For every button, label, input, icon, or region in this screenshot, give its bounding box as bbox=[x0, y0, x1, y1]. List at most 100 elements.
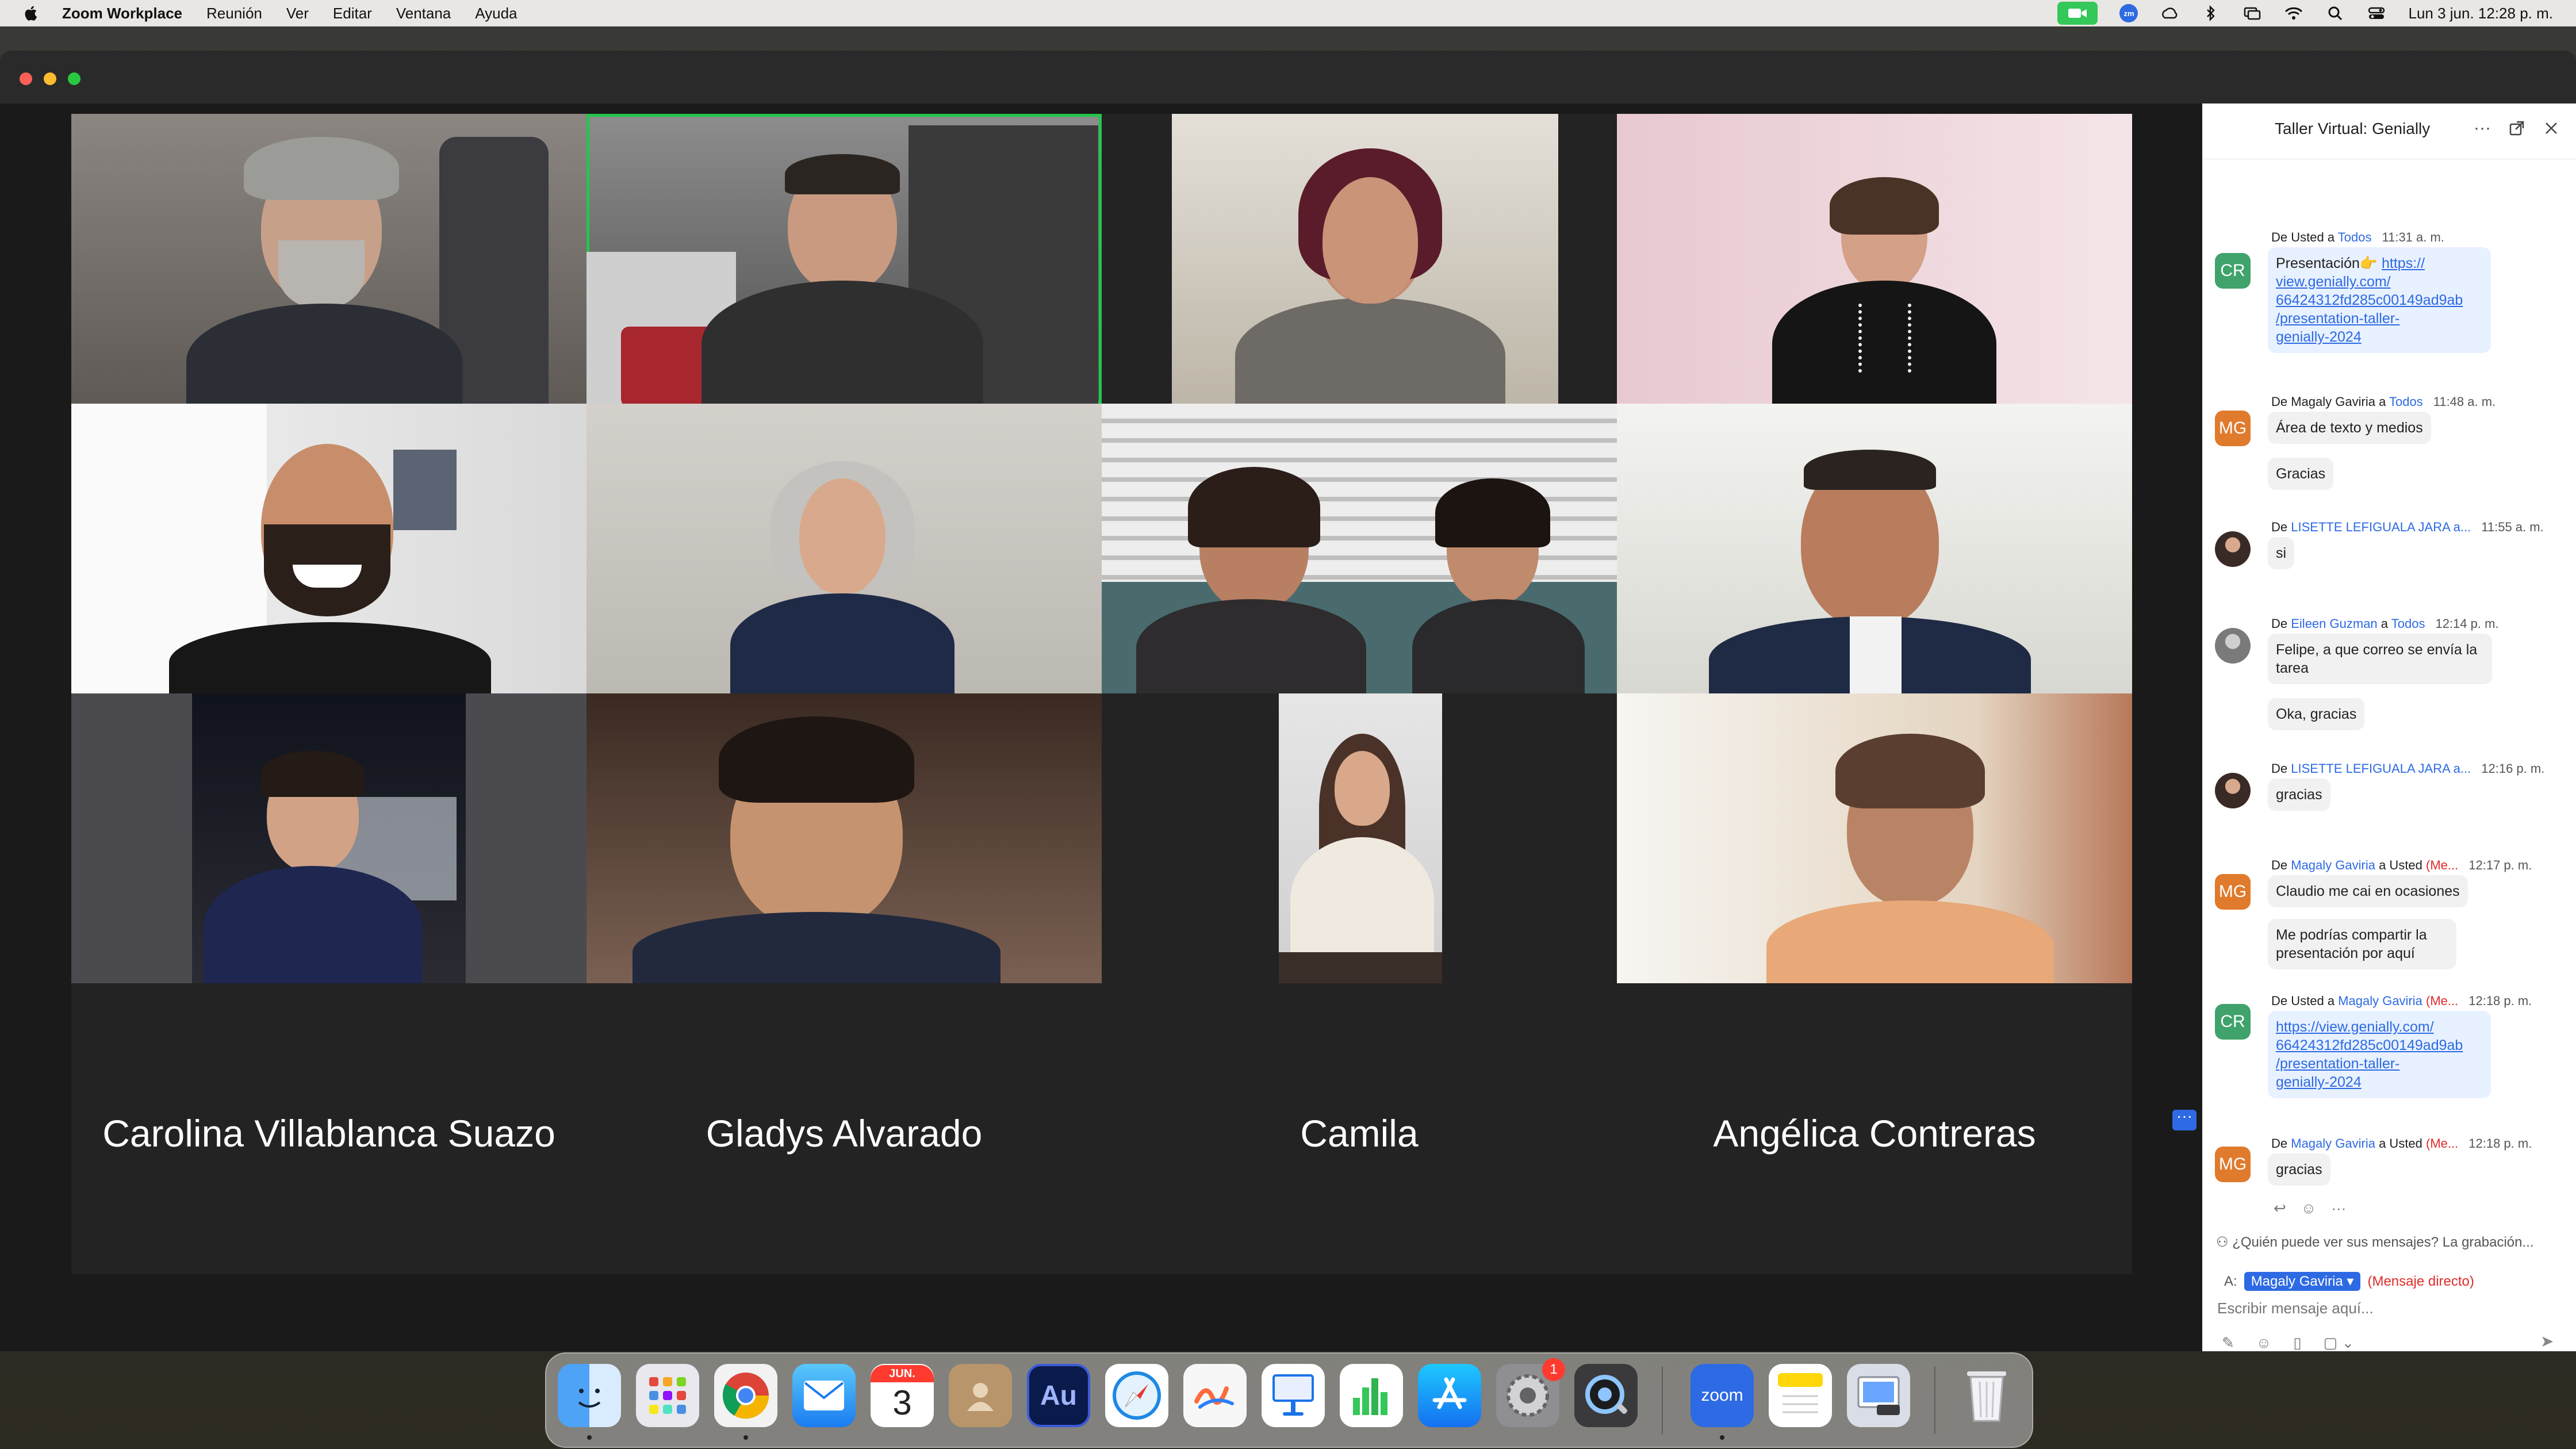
gallery-view: Carolina Villablanca Suazo Gladys Alvara… bbox=[71, 114, 2196, 1274]
safari-icon[interactable] bbox=[1105, 1364, 1168, 1427]
menu-ayuda[interactable]: Ayuda bbox=[475, 5, 517, 22]
running-indicator bbox=[743, 1435, 748, 1440]
zoom-menu-icon[interactable]: zm bbox=[2119, 4, 2138, 22]
format-text-icon[interactable]: ✎ bbox=[2222, 1334, 2234, 1351]
privacy-notice[interactable]: ⚇ ¿Quién puede ver sus mensajes? La grab… bbox=[2216, 1234, 2534, 1251]
tile-more-options-button[interactable]: ··· bbox=[2172, 1108, 2196, 1130]
participant-video-tile-active-speaker[interactable] bbox=[586, 114, 1102, 404]
trash-icon[interactable] bbox=[1955, 1364, 2018, 1427]
preview-icon[interactable] bbox=[1847, 1364, 1910, 1427]
participant-video-tile[interactable] bbox=[586, 404, 1102, 693]
message-bubble[interactable]: Me podrías compartir la presentación por… bbox=[2268, 919, 2456, 969]
message-bubble[interactable]: Oka, gracias bbox=[2268, 698, 2365, 730]
emoji-reaction-icon[interactable]: ☺ bbox=[2301, 1199, 2317, 1217]
adobe-audition-icon[interactable]: Au bbox=[1027, 1364, 1090, 1427]
message-bubble[interactable]: Presentación👉 https://view.genially.com/… bbox=[2268, 247, 2491, 353]
sender-link[interactable]: Eileen Guzman bbox=[2291, 616, 2377, 631]
creative-cloud-icon[interactable] bbox=[2160, 5, 2179, 22]
more-actions-icon[interactable]: ··· bbox=[2331, 1199, 2346, 1217]
finder-icon[interactable] bbox=[558, 1364, 621, 1427]
mail-icon[interactable] bbox=[792, 1364, 856, 1427]
message-bubble[interactable]: gracias bbox=[2268, 779, 2330, 811]
menu-reunion[interactable]: Reunión bbox=[206, 5, 262, 22]
recipient-link[interactable]: Todos bbox=[2389, 394, 2423, 409]
close-window-button[interactable] bbox=[20, 72, 32, 85]
recipient-link[interactable]: Todos bbox=[2338, 230, 2372, 244]
fullscreen-window-button[interactable] bbox=[68, 72, 80, 85]
notes-icon[interactable] bbox=[1769, 1364, 1832, 1427]
bluetooth-icon[interactable] bbox=[2201, 5, 2221, 22]
message-bubble[interactable]: Felipe, a que correo se envía la tarea bbox=[2268, 634, 2492, 684]
participant-video-tile[interactable] bbox=[1279, 693, 1442, 983]
sender-link[interactable]: LISETTE LEFIGUALA JARA a... bbox=[2291, 520, 2471, 534]
participant-name: Carolina Villablanca Suazo bbox=[102, 1112, 555, 1155]
participant-video-tile[interactable] bbox=[1617, 404, 2132, 693]
file-attach-icon[interactable]: ▯ bbox=[2293, 1334, 2301, 1351]
participant-video-tile[interactable] bbox=[71, 404, 586, 693]
recipient-label: A: bbox=[2224, 1273, 2237, 1289]
system-settings-icon[interactable]: 1 bbox=[1496, 1358, 1565, 1427]
participant-video-tile[interactable] bbox=[1617, 693, 2132, 983]
participant-video-tile[interactable] bbox=[1617, 114, 2132, 404]
chrome-icon[interactable] bbox=[714, 1364, 777, 1427]
keynote-icon[interactable] bbox=[1262, 1364, 1325, 1427]
control-center-icon[interactable] bbox=[2367, 5, 2386, 22]
participant-name-tile[interactable]: Carolina Villablanca Suazo bbox=[71, 992, 586, 1274]
menu-ventana[interactable]: Ventana bbox=[396, 5, 451, 22]
recipient-link[interactable]: Magaly Gaviria bbox=[2338, 994, 2422, 1008]
participant-name-tile[interactable]: Angélica Contreras bbox=[1617, 992, 2132, 1274]
sender-link[interactable]: LISETTE LEFIGUALA JARA a... bbox=[2291, 761, 2471, 776]
spotlight-search-icon[interactable] bbox=[2325, 5, 2345, 22]
message-input[interactable] bbox=[2216, 1296, 2563, 1320]
avatar bbox=[2215, 531, 2251, 567]
close-icon[interactable] bbox=[2542, 118, 2561, 138]
message-bubble[interactable]: gracias bbox=[2268, 1153, 2330, 1186]
reply-icon[interactable]: ↩ bbox=[2274, 1199, 2286, 1217]
recipient-link[interactable]: Todos bbox=[2391, 616, 2425, 631]
message-bubble[interactable]: https://view.genially.com/66424312fd285c… bbox=[2268, 1011, 2491, 1098]
sender-link[interactable]: Magaly Gaviria bbox=[2291, 1136, 2375, 1151]
participant-name-tile[interactable]: Gladys Alvarado bbox=[586, 992, 1102, 1274]
participant-video-tile[interactable] bbox=[586, 693, 1102, 983]
emoji-icon[interactable]: ☺ bbox=[2256, 1334, 2272, 1351]
menu-bar-clock[interactable]: Lun 3 jun. 12:28 p. m. bbox=[2408, 5, 2553, 22]
zoom-camera-status-icon[interactable] bbox=[2057, 2, 2098, 25]
participant-video-tile[interactable] bbox=[71, 693, 586, 983]
message-link[interactable]: https://view.genially.com/66424312fd285c… bbox=[2276, 1019, 2463, 1090]
message-bubble[interactable]: si bbox=[2268, 537, 2295, 569]
message-bubble[interactable]: Área de texto y medios bbox=[2268, 412, 2431, 444]
menu-app-name[interactable]: Zoom Workplace bbox=[62, 5, 182, 22]
calendar-icon[interactable]: JUN. 3 bbox=[871, 1364, 934, 1427]
participant-name: Angélica Contreras bbox=[1713, 1112, 2036, 1155]
message-bubble[interactable]: Gracias bbox=[2268, 458, 2334, 490]
message-header: De Usted a Magaly Gaviria (Me... 12:18 p.… bbox=[2271, 994, 2532, 1008]
zoom-app-icon[interactable]: zoom bbox=[1690, 1364, 1754, 1427]
apple-icon[interactable] bbox=[23, 5, 40, 22]
contacts-icon[interactable] bbox=[949, 1364, 1012, 1427]
menu-editar[interactable]: Editar bbox=[333, 5, 372, 22]
participant-video-tile[interactable] bbox=[1172, 114, 1558, 404]
screenshot-icon[interactable]: ▢ ⌄ bbox=[2324, 1334, 2355, 1351]
wifi-icon[interactable] bbox=[2284, 5, 2303, 22]
minimize-window-button[interactable] bbox=[44, 72, 56, 85]
notification-badge: 1 bbox=[1542, 1358, 1565, 1381]
direct-message-label: (Mensaje directo) bbox=[2367, 1273, 2474, 1289]
message-bubble[interactable]: Claudio me cai en ocasiones bbox=[2268, 875, 2468, 907]
participant-video-tile[interactable] bbox=[1102, 404, 1617, 693]
sender-link[interactable]: Magaly Gaviria bbox=[2291, 858, 2375, 872]
more-options-icon[interactable]: ··· bbox=[2472, 118, 2492, 138]
launchpad-icon[interactable] bbox=[636, 1364, 699, 1427]
recipient-dropdown[interactable]: Magaly Gaviria ▾ bbox=[2244, 1272, 2361, 1291]
popout-icon[interactable] bbox=[2507, 118, 2527, 138]
screen-mirroring-icon[interactable] bbox=[2242, 5, 2262, 22]
menu-ver[interactable]: Ver bbox=[286, 5, 309, 22]
macos-dock: JUN. 3 Au 1 zoom bbox=[545, 1352, 2033, 1448]
app-store-icon[interactable] bbox=[1418, 1364, 1481, 1427]
participant-name-tile[interactable]: Camila bbox=[1102, 992, 1617, 1274]
send-icon[interactable]: ➤ bbox=[2540, 1332, 2561, 1351]
participant-video-tile[interactable] bbox=[71, 114, 586, 404]
freeform-icon[interactable] bbox=[1183, 1364, 1247, 1427]
quicktime-icon[interactable] bbox=[1574, 1364, 1638, 1427]
chat-title: Taller Virtual: Genially bbox=[2275, 120, 2431, 137]
numbers-icon[interactable] bbox=[1340, 1364, 1403, 1427]
